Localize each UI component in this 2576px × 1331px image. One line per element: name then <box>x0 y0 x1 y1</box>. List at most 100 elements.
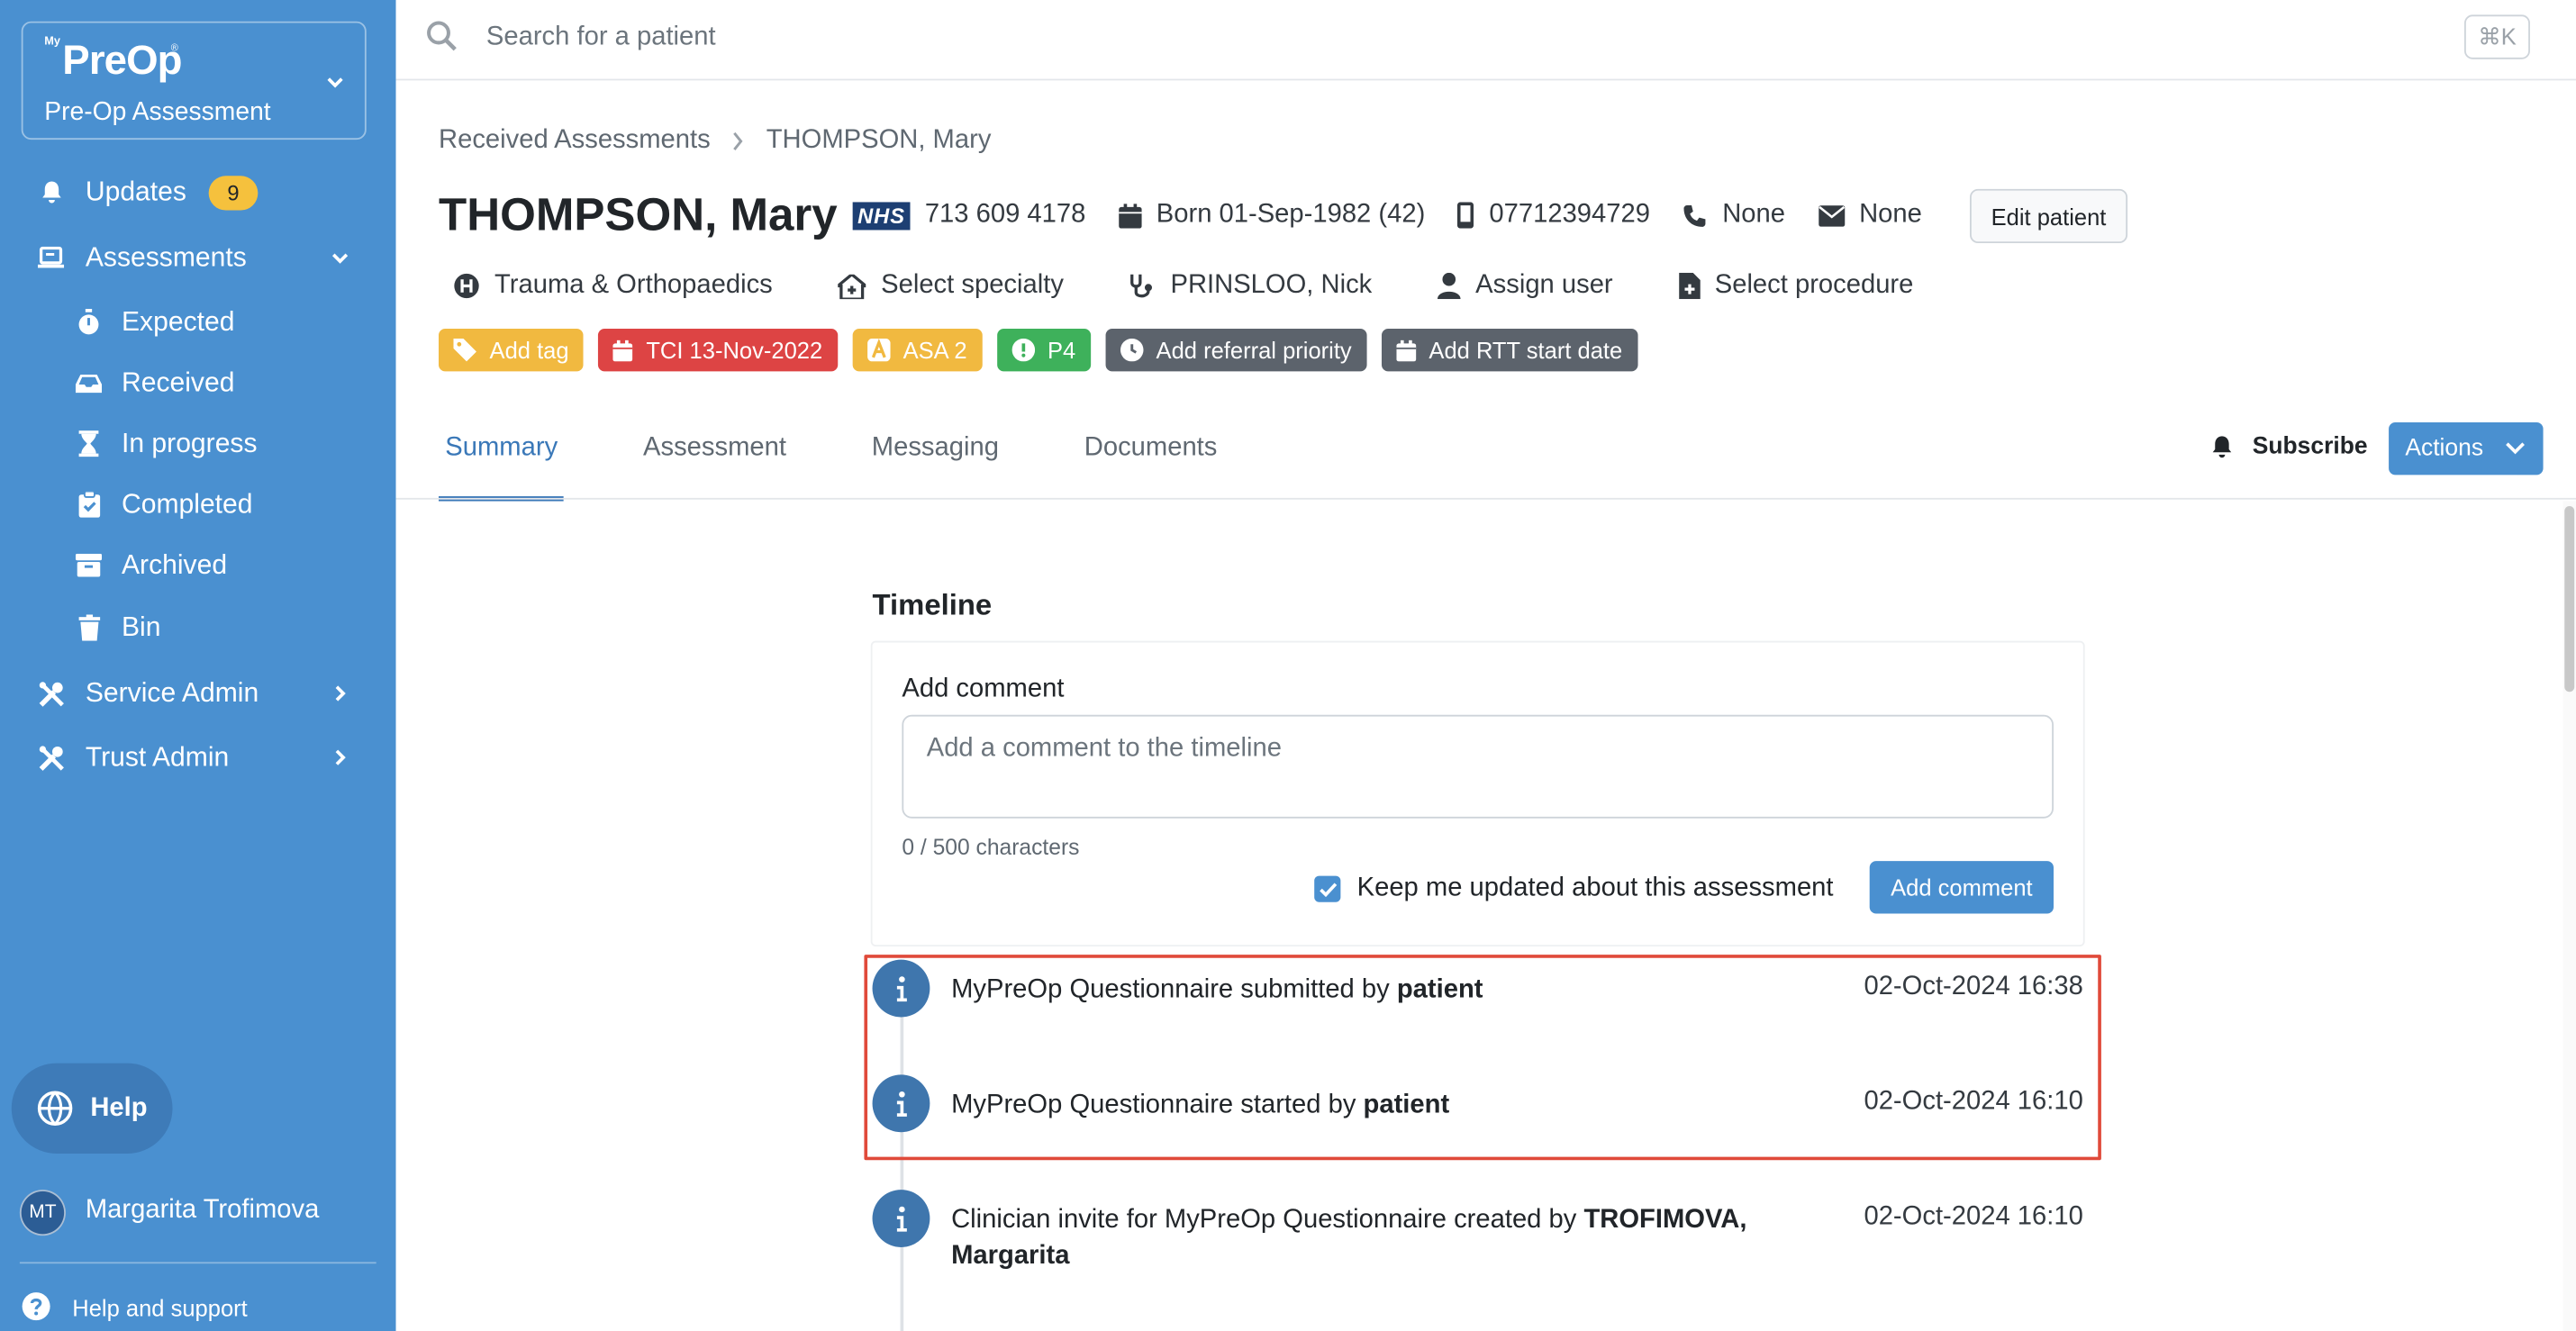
shortcut-hint: ⌘K <box>2464 14 2530 59</box>
add-referral-priority-button[interactable]: Add referral priority <box>1105 328 1367 372</box>
landline-value: None <box>1722 200 1786 229</box>
user-menu[interactable]: MT Margarita Trofimova <box>0 1183 396 1243</box>
scrollbar-thumb[interactable] <box>2564 506 2575 693</box>
timeline-event-text: Clinician invite for MyPreOp Questionnai… <box>951 1206 1747 1271</box>
org-label: Pre-Op Assessment <box>44 98 271 127</box>
chevron-right-icon <box>335 685 346 702</box>
help-and-support-link[interactable]: Help and support <box>0 1281 396 1331</box>
procedure-select[interactable]: Select procedure <box>1678 271 1914 301</box>
help-button[interactable]: Help <box>11 1063 173 1154</box>
priority-badge[interactable]: P4 <box>996 328 1091 372</box>
clinician-field[interactable]: PRINSLOO, Nick <box>1129 271 1372 301</box>
updates-count-badge: 9 <box>208 176 259 211</box>
sidebar-item-expected[interactable]: Expected <box>0 294 396 350</box>
comment-textarea[interactable] <box>902 714 2054 819</box>
sidebar-item-updates[interactable]: Updates 9 <box>0 164 396 220</box>
chevron-right-icon <box>335 749 346 765</box>
main-content: Received Assessments THOMPSON, Mary THOM… <box>395 80 2576 1331</box>
timeline-title: Timeline <box>872 588 993 621</box>
sidebar-item-label: Service Admin <box>85 677 259 708</box>
globe-icon <box>37 1091 73 1126</box>
patient-contact-row: NHS 713 609 4178 Born 01-Sep-1982 (42) 0… <box>852 200 1955 231</box>
tag-label: ASA 2 <box>903 337 967 364</box>
tab-messaging[interactable]: Messaging <box>866 417 1006 499</box>
chevron-down-icon <box>2506 442 2525 455</box>
sidebar-item-assessments[interactable]: Assessments <box>0 230 396 285</box>
sidebar-item-label: Archived <box>121 549 228 580</box>
mobile-number: 07712394729 <box>1457 200 1650 231</box>
calendar-icon <box>1395 339 1416 361</box>
comment-label: Add comment <box>902 675 1065 703</box>
sidebar-item-received[interactable]: Received <box>0 355 396 411</box>
keep-updated-checkbox[interactable]: Keep me updated about this assessment <box>1314 874 1834 904</box>
checkbox-checked-icon <box>1314 875 1341 902</box>
sidebar-item-label: Updates <box>85 177 186 206</box>
hospital-value: Trauma & Orthopaedics <box>494 271 773 300</box>
stopwatch-icon <box>74 307 104 337</box>
procedure-value: Select procedure <box>1714 271 1914 300</box>
assign-user-field[interactable]: Assign user <box>1438 271 1613 301</box>
sidebar-item-bin[interactable]: Bin <box>0 600 396 656</box>
tci-date-badge[interactable]: TCI 13-Nov-2022 <box>598 328 838 372</box>
sidebar: My PreOp ® Pre-Op Assessment Updates 9 A… <box>0 0 396 1331</box>
letter-a-icon <box>866 338 890 362</box>
tag-label: Add tag <box>489 337 569 364</box>
keep-updated-label: Keep me updated about this assessment <box>1356 874 1834 902</box>
info-icon <box>872 1190 930 1247</box>
question-circle-icon <box>22 1292 50 1321</box>
sidebar-item-label: Assessments <box>85 242 247 272</box>
subscribe-button[interactable]: Subscribe <box>2209 433 2368 460</box>
specialty-select[interactable]: Select specialty <box>838 271 1064 301</box>
sidebar-item-completed[interactable]: Completed <box>0 476 396 532</box>
logo-text: PreOp <box>62 37 182 85</box>
tab-summary[interactable]: Summary <box>439 417 566 502</box>
house-medical-icon <box>838 273 866 299</box>
sidebar-item-label: In progress <box>121 428 258 458</box>
breadcrumb-parent-link[interactable]: Received Assessments <box>439 127 711 157</box>
chevron-down-icon <box>331 253 349 264</box>
actions-dropdown-button[interactable]: Actions <box>2389 421 2544 475</box>
sidebar-item-label: Received <box>121 367 235 397</box>
add-comment-button[interactable]: Add comment <box>1869 861 2054 914</box>
search-icon <box>427 21 457 51</box>
search-input[interactable] <box>485 16 2426 59</box>
sidebar-item-trust-admin[interactable]: Trust Admin <box>0 729 396 785</box>
tab-documents[interactable]: Documents <box>1077 417 1223 499</box>
tag-label: P4 <box>1047 337 1076 364</box>
char-count: 0 / 500 characters <box>902 834 1080 860</box>
tools-icon <box>36 679 66 709</box>
timeline-event-text: MyPreOp Questionnaire submitted by patie… <box>951 975 1483 1004</box>
subscribe-label: Subscribe <box>2252 433 2368 460</box>
timeline-event-actor: patient <box>1396 975 1483 1004</box>
nhs-logo: NHS <box>852 201 911 230</box>
bell-icon <box>36 177 66 207</box>
edit-patient-button[interactable]: Edit patient <box>1969 188 2128 244</box>
user-name: Margarita Trofimova <box>85 1196 320 1225</box>
sidebar-item-label: Expected <box>121 306 235 337</box>
timeline-event-text: MyPreOp Questionnaire started by patient <box>951 1091 1450 1119</box>
asa-grade-badge[interactable]: ASA 2 <box>852 328 982 372</box>
divider <box>395 497 2576 500</box>
info-icon <box>872 959 930 1018</box>
hourglass-icon <box>74 429 104 458</box>
divider <box>19 1262 376 1264</box>
info-icon <box>872 1074 930 1133</box>
logo-prefix: My <box>44 36 61 48</box>
add-rtt-start-date-button[interactable]: Add RTT start date <box>1381 328 1637 372</box>
email-value: None <box>1859 200 1922 229</box>
mobile-value: 07712394729 <box>1489 200 1650 229</box>
add-tag-button[interactable]: Add tag <box>439 328 585 372</box>
archive-icon <box>74 550 104 580</box>
sidebar-item-archived[interactable]: Archived <box>0 538 396 593</box>
breadcrumb-current: THOMPSON, Mary <box>766 126 992 155</box>
tab-assessment[interactable]: Assessment <box>637 417 794 499</box>
org-switcher[interactable]: My PreOp ® Pre-Op Assessment <box>21 21 367 140</box>
timeline-event-time: 02-Oct-2024 16:38 <box>1864 973 2083 1001</box>
sidebar-item-in-progress[interactable]: In progress <box>0 416 396 472</box>
support-label: Help and support <box>72 1294 248 1322</box>
timeline-event-time: 02-Oct-2024 16:10 <box>1864 1087 2083 1116</box>
dob-value: Born 01-Sep-1982 (42) <box>1156 200 1426 229</box>
top-search-bar: ⌘K <box>395 0 2576 81</box>
hospital-field[interactable]: Trauma & Orthopaedics <box>453 271 773 301</box>
sidebar-item-service-admin[interactable]: Service Admin <box>0 666 396 721</box>
